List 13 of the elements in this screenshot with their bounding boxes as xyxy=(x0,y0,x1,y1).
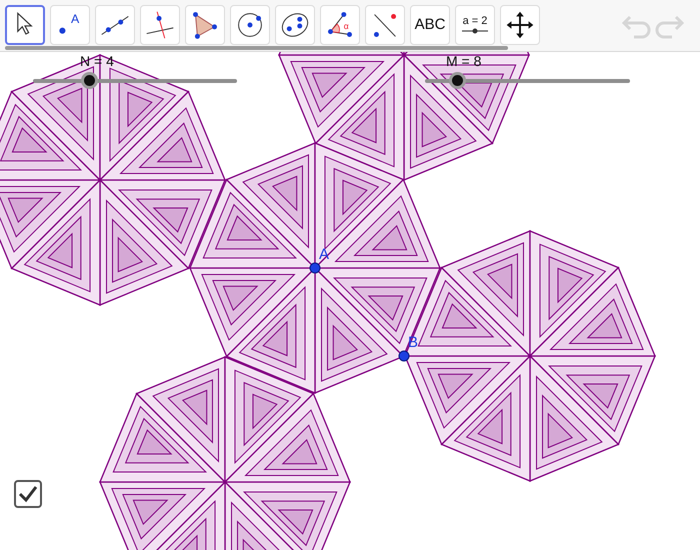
checkbox[interactable] xyxy=(14,480,42,508)
tool-label: α xyxy=(344,20,349,31)
tool-button[interactable]: α xyxy=(320,5,360,45)
slider-icon xyxy=(461,26,489,34)
tool-button[interactable]: ABC xyxy=(410,5,450,45)
check-icon xyxy=(18,485,38,503)
tool-button[interactable]: a = 2 xyxy=(455,5,495,45)
point[interactable] xyxy=(398,350,410,362)
tool-label: ABC xyxy=(414,14,446,35)
tool-button[interactable]: A xyxy=(50,5,90,45)
tool-label: a = 2 xyxy=(462,16,488,26)
tool-button[interactable] xyxy=(5,5,45,45)
tool-label: A xyxy=(70,12,80,26)
